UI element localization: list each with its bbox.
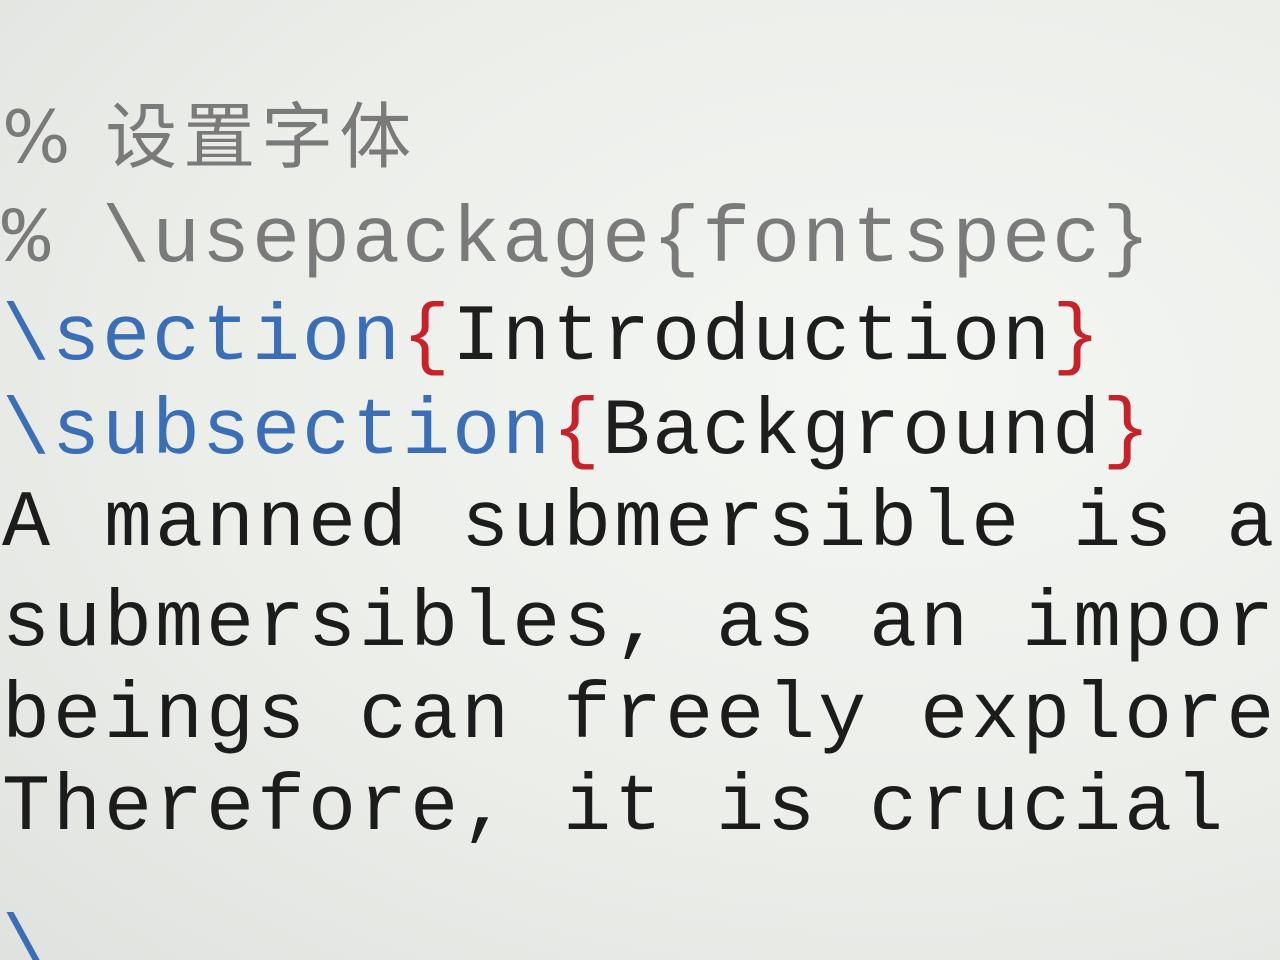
subsection-close-brace: } (1102, 387, 1153, 478)
section-title: Introduction (452, 293, 1053, 384)
section-command: \section (2, 293, 403, 384)
body-text-line-1: A manned submersible is a device (2, 479, 1278, 570)
section-close-brace: } (1052, 293, 1103, 384)
section-open-brace: { (402, 293, 453, 384)
body-text-line-4: Therefore, it is crucial to esta (2, 763, 1280, 854)
subsection-open-brace: { (552, 387, 603, 478)
subsection-command: \subsection (2, 387, 553, 478)
comment-line-usepackage: % \usepackage{fontspec} (2, 195, 1153, 286)
body-text-line-2: submersibles, as an important de (2, 579, 1280, 670)
section-line: \section{Introduction} (2, 294, 1102, 384)
subsection-title: Background (602, 387, 1103, 478)
body-text-line-3: beings can freely explore the se (2, 671, 1278, 762)
comment-line-set-font: % 设置字体 (2, 95, 418, 179)
subsection-line: \subsection{Background} (2, 388, 1152, 478)
partial-next-line: \ (2, 904, 53, 960)
code-editor[interactable]: % 设置字体 % \usepackage{fontspec} \section{… (0, 0, 1280, 960)
